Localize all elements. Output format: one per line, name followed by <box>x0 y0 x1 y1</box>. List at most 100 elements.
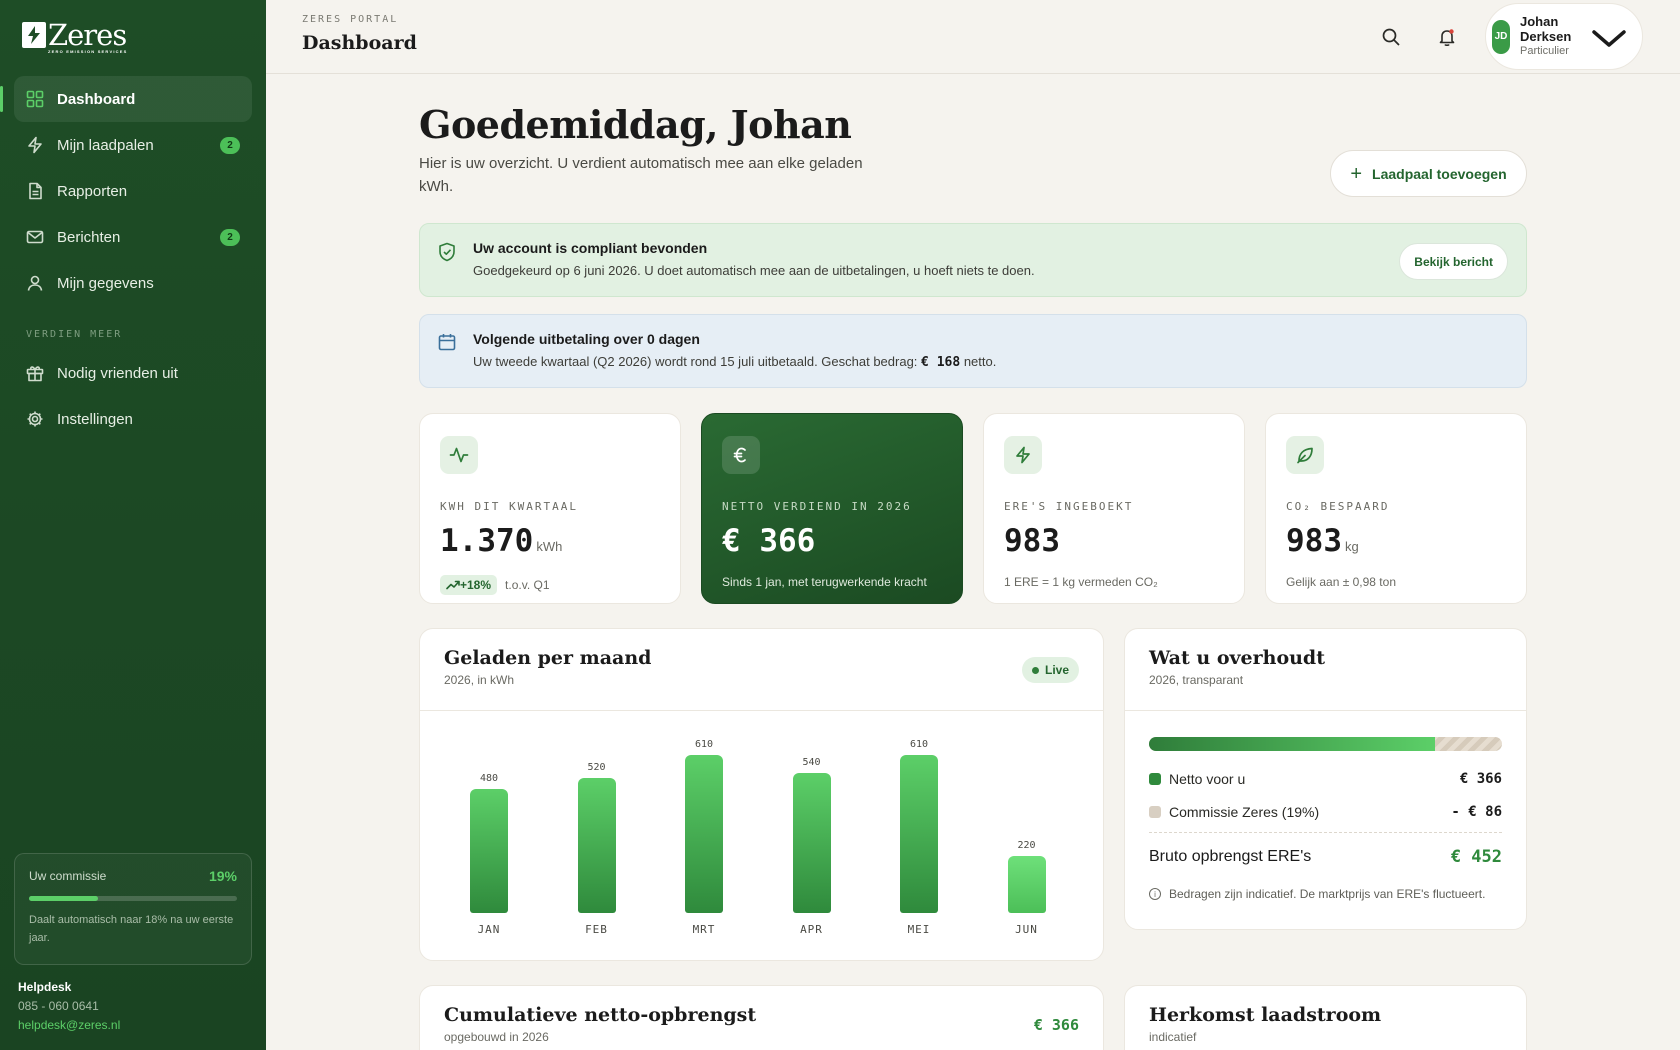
chart-bar-mrt[interactable] <box>685 755 723 913</box>
bolt-icon <box>26 136 44 154</box>
user-menu[interactable]: JD Johan Derksen Particulier <box>1485 3 1643 70</box>
stat-label: CO₂ BESPAARD <box>1286 500 1390 513</box>
stat-foot-text: Sinds 1 jan, met terugwerkende kracht <box>722 575 927 589</box>
earnings-split-bar <box>1149 737 1502 751</box>
chart-data-label: 610 <box>909 739 929 750</box>
gift-icon <box>26 364 44 382</box>
legend-label: Netto voor u <box>1169 771 1246 787</box>
sidebar-item-dashboard[interactable]: Dashboard <box>0 76 252 122</box>
topbar: ZERES PORTAL Dashboard JD Johan Derksen … <box>266 0 1680 74</box>
bell-icon[interactable] <box>1437 27 1457 47</box>
sidebar: Zeres ZERO EMISSION SERVICES Dashboard M… <box>0 0 266 1050</box>
search-icon[interactable] <box>1381 27 1401 47</box>
payout-notice: Volgende uitbetaling over 0 dagen Uw twe… <box>419 314 1527 388</box>
stat-unit: kWh <box>536 539 563 554</box>
legend-amount: - € 86 <box>1451 804 1502 820</box>
legend-label: Commissie Zeres (19%) <box>1169 804 1320 820</box>
panel-header: Geladen per maand 2026, in kWh Live <box>420 629 1103 711</box>
delta-badge: +18% <box>440 575 498 595</box>
leaf-icon <box>1286 436 1324 474</box>
chart-category-label: JUN <box>1015 923 1038 936</box>
count-badge: 2 <box>220 137 240 154</box>
chevron-down-icon <box>1592 22 1626 57</box>
sidebar-item-laadpalen[interactable]: Mijn laadpalen 2 <box>14 122 252 168</box>
chart-category-label: MEI <box>907 923 931 936</box>
chart-category-label: MRT <box>692 923 716 936</box>
divider <box>1149 832 1502 833</box>
sidebar-item-label: Berichten <box>57 228 121 246</box>
chart-bar-feb[interactable] <box>577 778 616 913</box>
chart-bar-jan[interactable] <box>470 788 508 913</box>
logo-wordmark: Zeres <box>48 18 127 52</box>
chart-category-label: FEB <box>585 923 608 936</box>
panel-title: Wat u overhoudt <box>1149 647 1325 669</box>
sidebar-item-vrienden[interactable]: Nodig vrienden uit <box>14 350 252 396</box>
panel-subtitle: indicatief <box>1149 1030 1197 1044</box>
legend-net: Netto voor u € 366 <box>1149 771 1502 787</box>
panel-subtitle: 2026, transparant <box>1149 673 1244 687</box>
gross-label: Bruto opbrengst ERE's <box>1149 848 1312 865</box>
stat-number: 1.370 <box>440 523 534 559</box>
avatar: JD <box>1492 19 1510 54</box>
add-charger-button[interactable]: + Laadpaal toevoegen <box>1330 150 1527 197</box>
document-icon <box>26 182 44 200</box>
payout-body: Uw tweede kwartaal (Q2 2026) wordt rond … <box>473 354 1526 370</box>
chart-data-label: 220 <box>1017 840 1036 852</box>
user-role: Particulier <box>1520 45 1569 57</box>
stat-foot-text: Gelijk aan ± 0,98 ton <box>1286 575 1396 589</box>
sidebar-item-rapporten[interactable]: Rapporten <box>14 168 252 214</box>
panel-title: Cumulatieve netto-opbrengst <box>444 1004 757 1026</box>
view-message-button[interactable]: Bekijk bericht <box>1399 243 1508 280</box>
sidebar-item-gegevens[interactable]: Mijn gegevens <box>14 260 252 306</box>
stat-label: NETTO VERDIEND IN 2026 <box>722 500 912 513</box>
chart-bar-apr[interactable] <box>792 773 831 913</box>
panel-subtitle: opgebouwd in 2026 <box>444 1030 549 1044</box>
stat-foot-text: t.o.v. Q1 <box>505 578 550 592</box>
commission-card: Uw commissie 19% Daalt automatisch naar … <box>14 853 252 965</box>
payout-amount: € 168 <box>921 355 961 370</box>
zeres-logo[interactable]: Zeres ZERO EMISSION SERVICES <box>22 20 127 54</box>
chart-category-label: APR <box>800 923 823 936</box>
stat-value: € 366 <box>722 523 942 559</box>
gross-total-row: Bruto opbrengst ERE's € 452 <box>1149 847 1502 867</box>
stat-card-net-earned: NETTO VERDIEND IN 2026 € 366 Sinds 1 jan… <box>701 413 963 604</box>
chart-data-label: 480 <box>479 772 499 784</box>
commission-note: Daalt automatisch naar 18% na uw eerste … <box>29 914 234 944</box>
cumulative-amount: € 366 <box>1033 1016 1079 1034</box>
helpdesk-email[interactable]: helpdesk@zeres.nl <box>18 1016 120 1035</box>
sidebar-nav: Dashboard Mijn laadpalen 2 Rapporten Ber… <box>0 76 252 442</box>
legend-commission: Commissie Zeres (19%) - € 86 <box>1149 804 1502 820</box>
stat-number: 983 <box>1004 523 1060 559</box>
calendar-icon <box>438 333 456 356</box>
panel-header: Herkomst laadstroom indicatief <box>1125 986 1526 1050</box>
chart-bar-mei[interactable] <box>900 755 938 913</box>
panel-title: Geladen per maand <box>444 647 652 669</box>
info-icon: i <box>1149 888 1161 900</box>
sidebar-item-instellingen[interactable]: Instellingen <box>14 396 252 442</box>
origin-panel: Herkomst laadstroom indicatief <box>1124 985 1527 1050</box>
user-first-name: Johan <box>1520 14 1559 29</box>
sidebar-item-label: Dashboard <box>57 90 136 108</box>
sidebar-item-label: Nodig vrienden uit <box>57 364 178 382</box>
sidebar-item-label: Instellingen <box>57 410 133 428</box>
compliance-body: Goedgekeurd op 6 juni 2026. U doet autom… <box>473 263 1035 278</box>
stat-value: 983 kg <box>1286 523 1506 559</box>
grid-icon <box>26 90 44 108</box>
gross-amount: € 452 <box>1450 847 1502 867</box>
monthly-chart-panel: Geladen per maand 2026, in kWh Live 480 J… <box>419 628 1104 961</box>
chart-category-label: JAN <box>477 923 501 936</box>
payout-text: Uw tweede kwartaal (Q2 2026) wordt rond … <box>473 354 918 369</box>
commission-label: Uw commissie <box>29 869 107 883</box>
helpdesk-phone[interactable]: 085 - 060 0641 <box>18 997 120 1016</box>
panel-subtitle: 2026, in kWh <box>444 673 515 687</box>
panel-header: Cumulatieve netto-opbrengst opgebouwd in… <box>420 986 1103 1050</box>
live-label: Live <box>1044 663 1069 677</box>
mail-icon <box>26 228 44 246</box>
sidebar-item-berichten[interactable]: Berichten 2 <box>14 214 252 260</box>
stat-unit: kg <box>1345 539 1359 554</box>
chart-data-label: 610 <box>694 739 714 750</box>
cumulative-panel: Cumulatieve netto-opbrengst opgebouwd in… <box>419 985 1104 1050</box>
commission-progress <box>29 896 237 901</box>
chart-bar-jun[interactable] <box>1007 856 1046 913</box>
net-share-fill <box>1149 737 1435 751</box>
